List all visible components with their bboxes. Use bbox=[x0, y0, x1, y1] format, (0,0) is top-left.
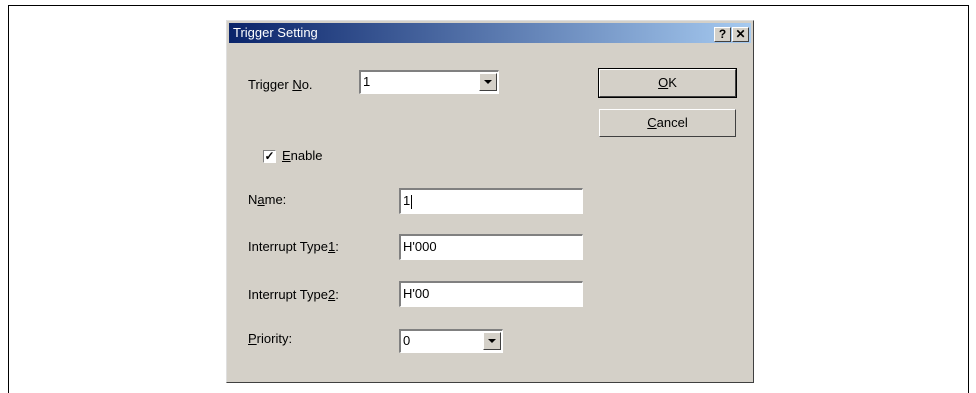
close-icon: ✕ bbox=[735, 27, 746, 41]
page-border-top bbox=[8, 5, 969, 6]
enable-label[interactable]: Enable bbox=[282, 148, 322, 163]
title-bar: Trigger Setting ? ✕ bbox=[229, 23, 751, 43]
enable-checkbox[interactable]: ✓ bbox=[263, 150, 276, 163]
dialog-title: Trigger Setting bbox=[233, 25, 318, 40]
name-label: Name: bbox=[248, 192, 287, 207]
ok-button[interactable]: OK bbox=[598, 68, 737, 98]
interrupt-type2-input[interactable]: H'00 bbox=[399, 281, 583, 307]
trigger-no-label: Trigger No. bbox=[248, 77, 313, 92]
priority-label: Priority: bbox=[248, 331, 293, 346]
checkmark-icon: ✓ bbox=[264, 149, 275, 163]
page-border-left bbox=[8, 5, 9, 393]
cancel-button[interactable]: Cancel bbox=[599, 109, 736, 137]
chevron-down-icon[interactable] bbox=[479, 73, 497, 91]
trigger-no-value: 1 bbox=[363, 74, 371, 89]
priority-select[interactable]: 0 bbox=[399, 329, 503, 353]
name-input[interactable]: 1 bbox=[399, 188, 583, 214]
page-border-right bbox=[968, 5, 969, 393]
help-icon: ? bbox=[718, 27, 727, 41]
help-button[interactable]: ? bbox=[714, 27, 731, 42]
close-button[interactable]: ✕ bbox=[732, 27, 749, 42]
trigger-setting-dialog: Trigger Setting ? ✕ Trigger No. 1 OK Can… bbox=[226, 20, 754, 383]
chevron-down-icon[interactable] bbox=[483, 332, 501, 350]
interrupt-type1-label: Interrupt Type1: bbox=[248, 239, 339, 254]
interrupt-type1-input[interactable]: H'000 bbox=[399, 234, 583, 260]
text-caret bbox=[411, 194, 413, 209]
priority-value: 0 bbox=[403, 333, 411, 348]
trigger-no-select[interactable]: 1 bbox=[359, 70, 499, 94]
interrupt-type2-label: Interrupt Type2: bbox=[248, 287, 339, 302]
